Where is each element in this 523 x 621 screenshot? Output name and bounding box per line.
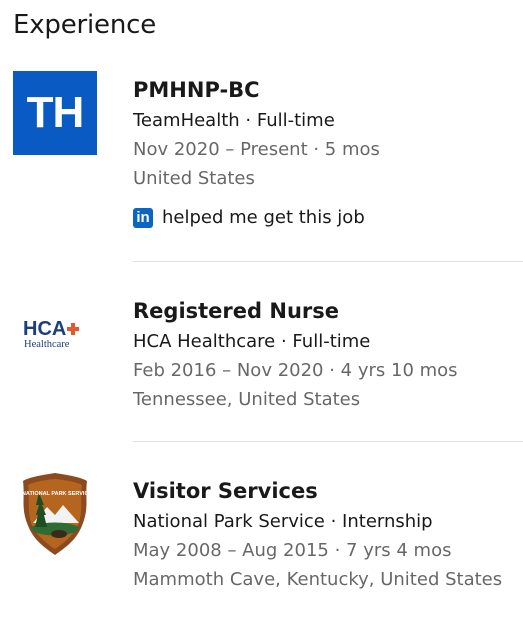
national-park-service-logo[interactable]: NATIONAL PARK SERVICE — [13, 471, 97, 555]
nps-bison-icon — [51, 530, 67, 538]
job-title[interactable]: Visitor Services — [133, 478, 523, 504]
section-title: Experience — [13, 10, 156, 40]
hca-healthcare-logo[interactable]: HCA Healthcare — [13, 291, 97, 375]
hca-logo-text: HCA — [23, 318, 66, 340]
date-range: Feb 2016 – Nov 2020 · 4 yrs 10 mos — [133, 360, 458, 381]
linkedin-icon: in — [133, 207, 153, 228]
location: United States — [133, 168, 255, 189]
teamhealth-logo[interactable]: TH — [13, 71, 97, 155]
location: Mammoth Cave, Kentucky, United States — [133, 569, 503, 590]
linkedin-note-text: helped me get this job — [162, 207, 365, 228]
experience-item-registered-nurse: Registered Nurse HCA Healthcare · Full-t… — [133, 298, 523, 414]
company-name: National Park Service · Internship — [133, 511, 433, 532]
nps-logo-text: NATIONAL PARK SERVICE — [22, 491, 93, 497]
experience-item-pmhnp: PMHNP-BC TeamHealth · Full-time Nov 2020… — [133, 77, 523, 228]
linkedin-helped-note: in helped me get this job — [133, 207, 523, 228]
divider — [133, 261, 523, 262]
company-name: HCA Healthcare · Full-time — [133, 331, 371, 352]
hca-logo-subtext: Healthcare — [24, 339, 70, 350]
divider — [133, 441, 523, 442]
experience-item-visitor-services: Visitor Services National Park Service ·… — [133, 478, 523, 594]
job-title[interactable]: Registered Nurse — [133, 298, 523, 324]
hca-cross-icon — [67, 323, 79, 335]
location: Tennessee, United States — [133, 389, 361, 410]
company-name: TeamHealth · Full-time — [133, 110, 335, 131]
date-range: Nov 2020 – Present · 5 mos — [133, 139, 380, 160]
teamhealth-logo-text: TH — [26, 88, 85, 137]
date-range: May 2008 – Aug 2015 · 7 yrs 4 mos — [133, 540, 452, 561]
job-title[interactable]: PMHNP-BC — [133, 77, 523, 103]
